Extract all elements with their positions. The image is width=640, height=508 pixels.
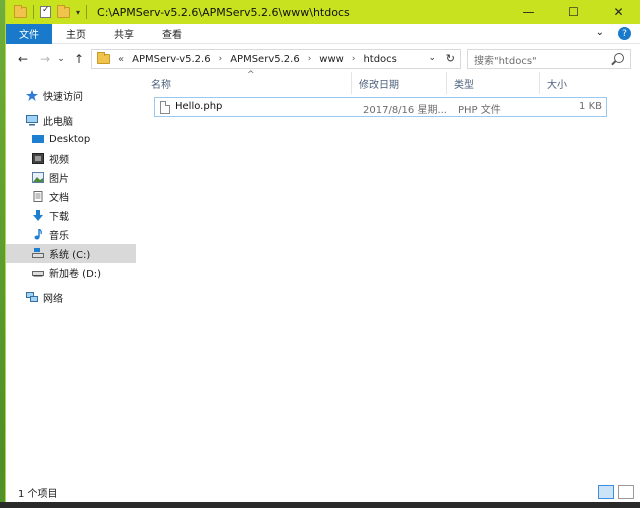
toolbar-divider xyxy=(86,5,88,19)
close-button[interactable]: ✕ xyxy=(596,0,640,24)
sidebar-item-drive-c[interactable]: 系统 (C:) xyxy=(6,244,136,263)
file-icon xyxy=(160,100,170,114)
sidebar-item-quick-access[interactable]: 快速访问 xyxy=(6,86,136,105)
recent-locations-button[interactable]: ⌄ xyxy=(54,54,68,64)
sidebar-item-documents[interactable]: 文档 xyxy=(6,187,136,206)
item-count: 1 个项目 xyxy=(18,488,58,500)
breadcrumb-item[interactable]: APMServ-v5.2.6 xyxy=(132,54,210,65)
star-icon xyxy=(26,90,38,101)
desktop-icon xyxy=(32,134,44,145)
sidebar-item-pictures[interactable]: 图片 xyxy=(6,168,136,187)
status-bar: 1 个项目 xyxy=(6,482,640,502)
navigation-row: ← → ⌄ ↑ « APMServ-v5.2.6 › APMServ5.2.6 … xyxy=(6,46,640,72)
sidebar-item-downloads[interactable]: 下载 xyxy=(6,206,136,225)
file-type: PHP 文件 xyxy=(458,105,501,116)
title-bar: ▾ C:\APMServ-v5.2.6\APMServ5.2.6\www\htd… xyxy=(6,0,640,24)
breadcrumb-separator-icon[interactable]: › xyxy=(308,54,312,64)
breadcrumb-overflow[interactable]: « xyxy=(118,54,124,65)
network-icon xyxy=(26,292,38,303)
column-header-label: 类型 xyxy=(454,79,474,91)
file-name: Hello.php xyxy=(175,101,223,112)
tab-home[interactable]: 主页 xyxy=(52,26,100,41)
tab-file[interactable]: 文件 xyxy=(6,23,52,44)
ribbon-right-controls: ⌄ ? xyxy=(596,27,631,40)
refresh-icon[interactable]: ↻ xyxy=(446,52,455,65)
sidebar-item-label: 系统 (C:) xyxy=(49,250,91,261)
address-bar[interactable]: « APMServ-v5.2.6 › APMServ5.2.6 › www › … xyxy=(91,49,461,69)
tab-view[interactable]: 查看 xyxy=(148,26,196,41)
sidebar-item-desktop[interactable]: Desktop xyxy=(6,130,136,149)
sidebar-item-label: 网络 xyxy=(43,294,63,305)
folder-icon xyxy=(97,52,110,64)
breadcrumb-separator-icon[interactable]: › xyxy=(219,54,223,64)
drive-d-icon xyxy=(32,267,44,278)
file-row[interactable]: Hello.php 2017/8/16 星期... PHP 文件 1 KB xyxy=(154,97,607,117)
sidebar-item-drive-d[interactable]: 新加卷 (D:) xyxy=(6,263,136,282)
navigation-pane: 快速访问 此电脑 Desktop 视频 图片 文档 下载 音乐 系统 (C:) … xyxy=(6,76,136,476)
sidebar-item-label: 图片 xyxy=(49,174,69,185)
back-button[interactable]: ← xyxy=(14,52,32,66)
breadcrumb-item[interactable]: www xyxy=(319,54,344,65)
qat-dropdown-icon[interactable]: ▾ xyxy=(76,8,80,17)
ribbon-tabs: 文件 主页 共享 查看 ⌄ ? xyxy=(6,23,640,44)
sidebar-item-label: 文档 xyxy=(49,193,69,204)
up-button[interactable]: ↑ xyxy=(70,52,88,66)
sidebar-item-label: 新加卷 (D:) xyxy=(49,269,102,280)
maximize-button[interactable]: ☐ xyxy=(551,0,596,24)
address-dropdown-icon[interactable]: ⌄ xyxy=(428,53,436,63)
file-size: 1 KB xyxy=(579,101,602,112)
explorer-window: ▾ C:\APMServ-v5.2.6\APMServ5.2.6\www\htd… xyxy=(5,0,640,508)
toolbar-divider xyxy=(33,5,34,19)
folder-icon xyxy=(14,4,27,18)
sidebar-item-label: 快速访问 xyxy=(43,92,83,103)
sidebar-item-label: 下载 xyxy=(49,212,69,223)
sidebar-item-label: 此电脑 xyxy=(43,117,73,128)
sidebar-item-label: 视频 xyxy=(49,155,69,166)
file-list: 名称 ^ 修改日期 类型 大小 Hello.php 2017/8/16 星期..… xyxy=(143,70,639,482)
file-modified: 2017/8/16 星期... xyxy=(363,105,447,116)
tab-share[interactable]: 共享 xyxy=(100,26,148,41)
download-icon xyxy=(32,210,44,221)
documents-icon xyxy=(32,191,44,202)
details-view-icon[interactable] xyxy=(598,485,614,499)
column-header-date[interactable]: 修改日期 xyxy=(351,72,446,94)
column-header-type[interactable]: 类型 xyxy=(446,72,539,94)
computer-icon xyxy=(26,115,38,126)
column-header-size[interactable]: 大小 xyxy=(539,72,607,94)
column-header-label: 修改日期 xyxy=(359,79,399,91)
sidebar-item-label: 音乐 xyxy=(49,231,69,242)
forward-button[interactable]: → xyxy=(36,52,54,66)
properties-icon[interactable] xyxy=(40,5,51,18)
help-icon[interactable]: ? xyxy=(618,27,631,40)
video-icon xyxy=(32,153,44,164)
breadcrumb-item[interactable]: htdocs xyxy=(363,54,396,65)
taskbar-strip xyxy=(0,502,640,508)
search-placeholder: 搜索"htdocs" xyxy=(474,55,537,67)
sidebar-item-videos[interactable]: 视频 xyxy=(6,149,136,168)
ribbon-collapse-icon[interactable]: ⌄ xyxy=(596,27,604,40)
search-icon[interactable] xyxy=(614,53,624,63)
search-input[interactable]: 搜索"htdocs" xyxy=(467,49,631,69)
sidebar-item-network[interactable]: 网络 xyxy=(6,288,136,307)
column-header-label: 大小 xyxy=(547,79,567,91)
music-icon xyxy=(32,228,44,240)
sort-ascending-icon: ^ xyxy=(247,70,255,80)
new-folder-icon[interactable] xyxy=(57,4,70,18)
quick-access-toolbar: ▾ xyxy=(6,4,88,19)
window-title: C:\APMServ-v5.2.6\APMServ5.2.6\www\htdoc… xyxy=(97,5,350,19)
window-controls: — ☐ ✕ xyxy=(506,0,640,24)
column-header-label: 名称 xyxy=(151,79,171,91)
large-icons-view-icon[interactable] xyxy=(618,485,634,499)
minimize-button[interactable]: — xyxy=(506,0,551,24)
sidebar-item-this-pc[interactable]: 此电脑 xyxy=(6,111,136,130)
pictures-icon xyxy=(32,172,44,183)
breadcrumb-item[interactable]: APMServ5.2.6 xyxy=(230,54,299,65)
column-header-name[interactable]: 名称 ^ xyxy=(143,70,351,94)
sidebar-item-music[interactable]: 音乐 xyxy=(6,225,136,244)
sidebar-item-label: Desktop xyxy=(49,134,91,145)
breadcrumb-separator-icon[interactable]: › xyxy=(352,54,356,64)
drive-c-icon xyxy=(32,248,44,259)
